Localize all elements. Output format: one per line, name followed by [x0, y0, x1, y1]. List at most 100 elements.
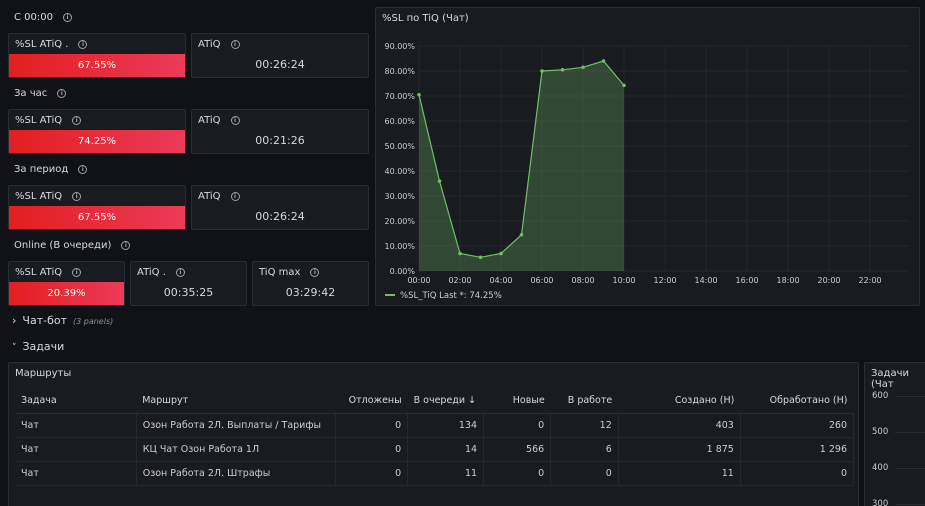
data-point: [601, 59, 606, 63]
data-point: [478, 255, 483, 260]
data-point: [437, 179, 442, 183]
col-header-new[interactable]: Новые: [483, 389, 551, 414]
data-point: [540, 69, 544, 73]
x-tick-label: 14:00: [694, 276, 717, 285]
stat-value: 20.39%: [9, 282, 124, 305]
stat-value: 00:26:24: [255, 210, 305, 223]
col-header-deferred[interactable]: Отложены: [335, 389, 408, 414]
data-point: [560, 67, 565, 72]
stat-value: 00:35:25: [163, 286, 214, 299]
y-tick-label: 600: [872, 391, 889, 401]
table-cell: Озон Работа 2Л. Выплаты / Тарифы: [136, 413, 337, 438]
col-header-route[interactable]: Маршрут: [136, 389, 336, 414]
info-icon[interactable]: i: [230, 116, 240, 125]
stat-value: 67.55%: [9, 54, 185, 77]
y-tick-label: 60.00%: [384, 117, 415, 126]
x-tick-label: 20:00: [818, 276, 841, 285]
table-cell: 11: [618, 461, 741, 486]
info-icon[interactable]: i: [78, 165, 88, 174]
table-cell: 0: [483, 461, 552, 486]
table-cell: 6: [550, 437, 619, 462]
data-point: [458, 251, 462, 256]
info-icon[interactable]: i: [57, 89, 67, 98]
routes-table-panel: Маршруты Задача Маршрут Отложены В очере…: [8, 362, 859, 506]
info-icon[interactable]: i: [72, 268, 82, 277]
stat-value: 00:21:26: [255, 134, 305, 147]
y-tick-label: 80.00%: [384, 67, 415, 76]
col-header-created[interactable]: Создано (Н): [618, 389, 741, 414]
table-cell: 11: [407, 461, 485, 486]
table-title: Маршруты: [15, 368, 72, 379]
x-tick-label: 22:00: [859, 276, 882, 285]
table-cell: 12: [550, 413, 619, 438]
table-cell: Озон Работа 2Л. Штрафы: [136, 461, 337, 486]
table-cell: 1 875: [618, 437, 741, 462]
data-point: [499, 251, 503, 256]
table-cell: 14: [407, 437, 485, 462]
stat-panel-sl-since-midnight: %SL ATiQ .i 67.55%: [8, 33, 186, 78]
data-point: [581, 65, 585, 70]
stat-panel-atiq-since-midnight: ATiQ i 00:26:24: [191, 33, 369, 78]
stat-value: 67.55%: [9, 206, 185, 229]
y-tick-label: 90.00%: [384, 42, 415, 51]
table-cell: 260: [740, 413, 855, 438]
table-cell: 0: [335, 413, 409, 438]
series-area: [419, 61, 624, 271]
table-cell: 566: [483, 437, 552, 462]
x-tick-label: 04:00: [489, 276, 512, 285]
info-icon[interactable]: i: [230, 40, 240, 49]
routes-table: Задача Маршрут Отложены В очереди ↓ Новы…: [15, 389, 855, 486]
y-tick-label: 10.00%: [384, 242, 415, 251]
info-icon[interactable]: i: [175, 268, 185, 277]
stat-panel-sl-hour: %SL ATiQ i 74.25%: [8, 109, 186, 154]
stat-panel-tiq-max: TiQ max i 03:29:42: [252, 261, 369, 306]
info-icon[interactable]: i: [310, 268, 320, 277]
legend-item[interactable]: %SL_TiQ Last *: 74.25%: [400, 291, 502, 301]
stat-value: 03:29:42: [285, 286, 336, 299]
y-tick-label: 400: [872, 463, 889, 473]
chevron-down-icon: ˅: [12, 343, 17, 353]
row-title-since-midnight: С 00:00 i: [14, 12, 72, 23]
col-header-in-work[interactable]: В работе: [550, 389, 619, 414]
table-cell: Чат: [15, 413, 137, 438]
row-title-online: Online (В очереди) i: [14, 240, 131, 251]
col-header-in-queue[interactable]: В очереди ↓: [407, 389, 484, 414]
x-tick-label: 16:00: [736, 276, 759, 285]
table-row: Чат Озон Работа 2Л. Выплаты / Тарифы 0 1…: [15, 413, 855, 438]
data-point: [622, 83, 626, 88]
info-icon[interactable]: i: [78, 40, 88, 49]
info-icon[interactable]: i: [121, 241, 131, 250]
table-row: Чат КЦ Чат Озон Работа 1Л 0 14 566 6 1 8…: [15, 437, 855, 462]
table-cell: КЦ Чат Озон Работа 1Л: [136, 437, 337, 462]
table-cell: 0: [335, 437, 409, 462]
info-icon[interactable]: i: [230, 192, 240, 201]
info-icon[interactable]: i: [72, 192, 82, 201]
stat-value: 74.25%: [9, 130, 185, 153]
info-icon[interactable]: i: [62, 13, 72, 22]
row-title-hour: За час i: [14, 88, 67, 99]
chevron-right-icon: ›: [12, 314, 17, 327]
data-point: [519, 232, 524, 237]
row-title-period: За период i: [14, 164, 88, 175]
y-tick-label: 40.00%: [384, 167, 415, 176]
table-cell: 134: [407, 413, 485, 438]
x-tick-label: 06:00: [530, 276, 553, 285]
col-header-task[interactable]: Задача: [15, 389, 137, 414]
chart-panel-sl-tiq: %SL по TiQ (Чат) 0.00% 10.00% 20.00% 30.00%…: [375, 7, 920, 306]
section-chatbot[interactable]: › Чат-бот (3 panels): [12, 314, 113, 327]
y-tick-label: 50.00%: [384, 142, 415, 151]
x-tick-label: 00:00: [407, 276, 430, 285]
tasks-chat-panel: Задачи (Чат 600 500 400 300: [864, 362, 925, 506]
table-cell: 0: [550, 461, 619, 486]
col-header-processed[interactable]: Обработано (Н): [740, 389, 854, 414]
sl-tiq-chart[interactable]: 0.00% 10.00% 20.00% 30.00% 40.00% 50.00% 60.00…: [376, 8, 921, 307]
x-tick-label: 12:00: [653, 276, 676, 285]
table-cell: 1 296: [740, 437, 855, 462]
table-cell: Чат: [15, 461, 137, 486]
stat-value: 00:26:24: [255, 58, 305, 71]
panel-title: Задачи (Чат: [871, 368, 909, 390]
x-tick-label: 08:00: [571, 276, 594, 285]
section-tasks[interactable]: ˅ Задачи: [12, 340, 64, 353]
info-icon[interactable]: i: [72, 116, 82, 125]
y-tick-label: 30.00%: [384, 192, 415, 201]
